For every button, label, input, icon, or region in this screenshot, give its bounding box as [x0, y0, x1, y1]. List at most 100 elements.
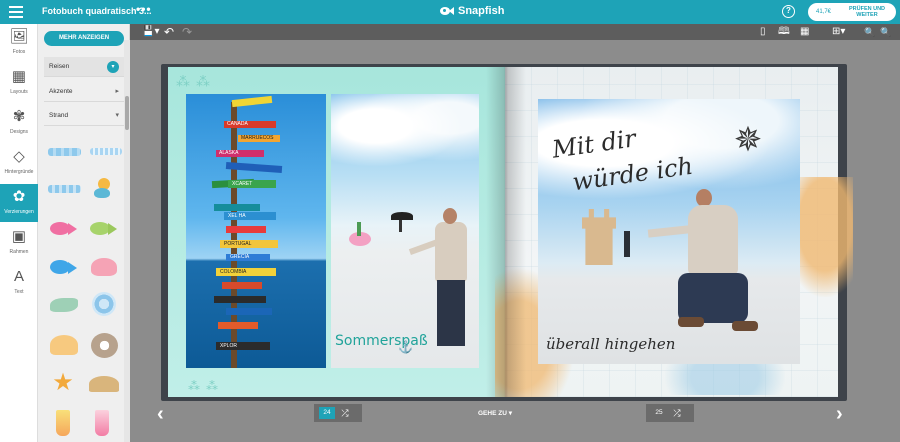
- editor-toolbar: 💾▾ ↶ ↷ ▯ 🕮 ▦ ⊞▾ 🔍 🔍: [130, 24, 900, 40]
- help-icon[interactable]: ?: [782, 5, 795, 18]
- brand-logo: Snapfish: [440, 5, 504, 17]
- sign-board: [214, 204, 260, 211]
- rail-label: Layouts: [10, 89, 28, 95]
- person-head: [443, 208, 457, 224]
- spread-view-icon[interactable]: 🕮: [778, 26, 790, 38]
- text-icon: A: [13, 268, 24, 285]
- rail-label: Text: [14, 289, 24, 295]
- palm-decoration-icon: ⁂⁂: [188, 379, 224, 393]
- rail-label: Hintergründe: [4, 169, 34, 175]
- cocktail-icon[interactable]: [56, 410, 70, 436]
- save-icon[interactable]: 💾▾: [142, 26, 159, 38]
- person-legs: [437, 280, 465, 346]
- palm-decoration-icon: ⁂⁂: [176, 73, 216, 89]
- redo-icon[interactable]: ↷: [182, 26, 192, 38]
- person-legs: [678, 273, 748, 323]
- sign-board: [218, 322, 258, 329]
- blue-fish-icon[interactable]: [50, 258, 78, 276]
- layouts-icon: ▦: [11, 68, 27, 85]
- category-label: Reisen: [49, 63, 70, 70]
- anchor-icon: ⚓: [398, 340, 413, 354]
- left-page-controls: 24 ⤮: [314, 404, 362, 422]
- panel-scrollbar-thumb[interactable]: [125, 96, 129, 130]
- mermaid-icon[interactable]: [90, 176, 118, 200]
- zoom-in-icon[interactable]: 🔍: [864, 26, 875, 38]
- top-bar: Fotobuch quadratisch 3... ••• Snapfish ?…: [0, 0, 900, 24]
- rail-item-backgrounds[interactable]: ◇ Hintergründe: [0, 144, 38, 182]
- oyster-icon[interactable]: [91, 333, 118, 358]
- sand-border-icon[interactable]: [48, 185, 81, 193]
- checkout-label: PRÜFEN UND WEITER: [842, 6, 892, 18]
- cloud-shape: [331, 94, 479, 174]
- person-shoe: [678, 317, 704, 327]
- sign-board: [222, 282, 262, 289]
- embellishments-icon: ✿: [12, 188, 26, 205]
- compass-rose-icon: ✵: [733, 121, 763, 159]
- subcategory-label: Akzente: [49, 88, 73, 95]
- rail-item-layouts[interactable]: ▦ Layouts: [0, 64, 38, 102]
- show-more-button[interactable]: MEHR ANZEIGEN: [44, 31, 124, 46]
- person-torso: [688, 205, 738, 275]
- photo-signpost[interactable]: CANADA MARRUECOS ALASKA XCARET XEL HA PO…: [186, 94, 326, 368]
- zoom-out-icon[interactable]: 🔍: [880, 26, 891, 38]
- category-dropdown[interactable]: Reisen ▾: [44, 57, 124, 77]
- subcategory-accents[interactable]: Akzente ▸: [44, 82, 124, 102]
- sign-board: XPLOR: [216, 342, 270, 350]
- sign-board: ALASKA: [216, 150, 264, 157]
- single-page-view-icon[interactable]: ▯: [760, 26, 766, 38]
- designs-icon: ✾: [12, 108, 26, 125]
- wave-border-icon[interactable]: [48, 148, 81, 156]
- sign-board: MARRUECOS: [238, 135, 280, 142]
- umbrella-stick: [399, 220, 402, 232]
- go-to-page-dropdown[interactable]: GEHE ZU ▾: [478, 409, 512, 417]
- pink-fish-icon[interactable]: [50, 220, 78, 236]
- previous-page-icon[interactable]: ‹: [157, 402, 164, 426]
- scallop-shell-icon[interactable]: [50, 335, 78, 355]
- rail-label: Verzierungen: [4, 209, 34, 215]
- sign-board: [226, 226, 266, 233]
- rail-item-photos[interactable]: 🖼 Fotos: [0, 24, 38, 62]
- shuffle-left-icon[interactable]: ⤮: [335, 408, 355, 419]
- grid-view-icon[interactable]: ▦: [800, 26, 809, 38]
- drink-icon[interactable]: [95, 410, 109, 436]
- undo-icon[interactable]: ↶: [164, 26, 174, 38]
- sign-board: CANADA: [224, 121, 276, 128]
- conch-icon[interactable]: [50, 298, 78, 312]
- price-label: 41,7€: [816, 9, 832, 15]
- sign-board: PORTUGAL: [220, 240, 278, 248]
- starfish-icon[interactable]: ★: [50, 370, 76, 396]
- frames-icon: ▣: [11, 228, 27, 245]
- caption-summer-fun[interactable]: Sommerspaß: [335, 333, 428, 349]
- green-fish-icon[interactable]: [90, 220, 118, 236]
- shuffle-right-icon[interactable]: ⤮: [667, 408, 687, 419]
- fish-logo-icon: [440, 6, 454, 16]
- sand-pile-icon[interactable]: [89, 376, 119, 392]
- checkout-button[interactable]: 41,7€ PRÜFEN UND WEITER: [808, 3, 896, 21]
- photo-salt-flat-man[interactable]: [331, 94, 479, 368]
- pink-shell-icon[interactable]: [91, 258, 117, 276]
- book-spine: [486, 67, 526, 397]
- spiral-shell-icon[interactable]: [92, 292, 116, 316]
- rail-item-designs[interactable]: ✾ Designs: [0, 104, 38, 142]
- rail-item-frames[interactable]: ▣ Rahmen: [0, 224, 38, 262]
- layout-menu-icon[interactable]: ⊞▾: [832, 26, 845, 38]
- subcategory-beach[interactable]: Strand ▾: [44, 106, 124, 126]
- quote-line-3[interactable]: überall hingehen: [546, 335, 675, 353]
- left-page-number[interactable]: 24: [319, 407, 335, 419]
- next-page-icon[interactable]: ›: [836, 402, 843, 426]
- umbrella-shape: [391, 212, 413, 220]
- sign-board: XCARET: [228, 180, 276, 188]
- rail-item-text[interactable]: A Text: [0, 264, 38, 302]
- chevron-down-icon: ▾: [115, 112, 119, 119]
- hamburger-menu-icon[interactable]: [8, 4, 24, 20]
- more-options-button[interactable]: •••: [136, 2, 152, 16]
- right-page-number[interactable]: 25: [651, 407, 667, 419]
- rail-item-embellishments[interactable]: ✿ Verzierungen: [0, 184, 38, 222]
- lace-border-icon[interactable]: [90, 148, 122, 155]
- photos-icon: 🖼: [9, 28, 29, 45]
- chevron-down-icon: ▾: [107, 61, 119, 73]
- sign-board: [231, 95, 273, 108]
- rail-label: Fotos: [12, 49, 26, 55]
- backgrounds-icon: ◇: [13, 148, 25, 165]
- sign-board: XEL HA: [224, 212, 276, 220]
